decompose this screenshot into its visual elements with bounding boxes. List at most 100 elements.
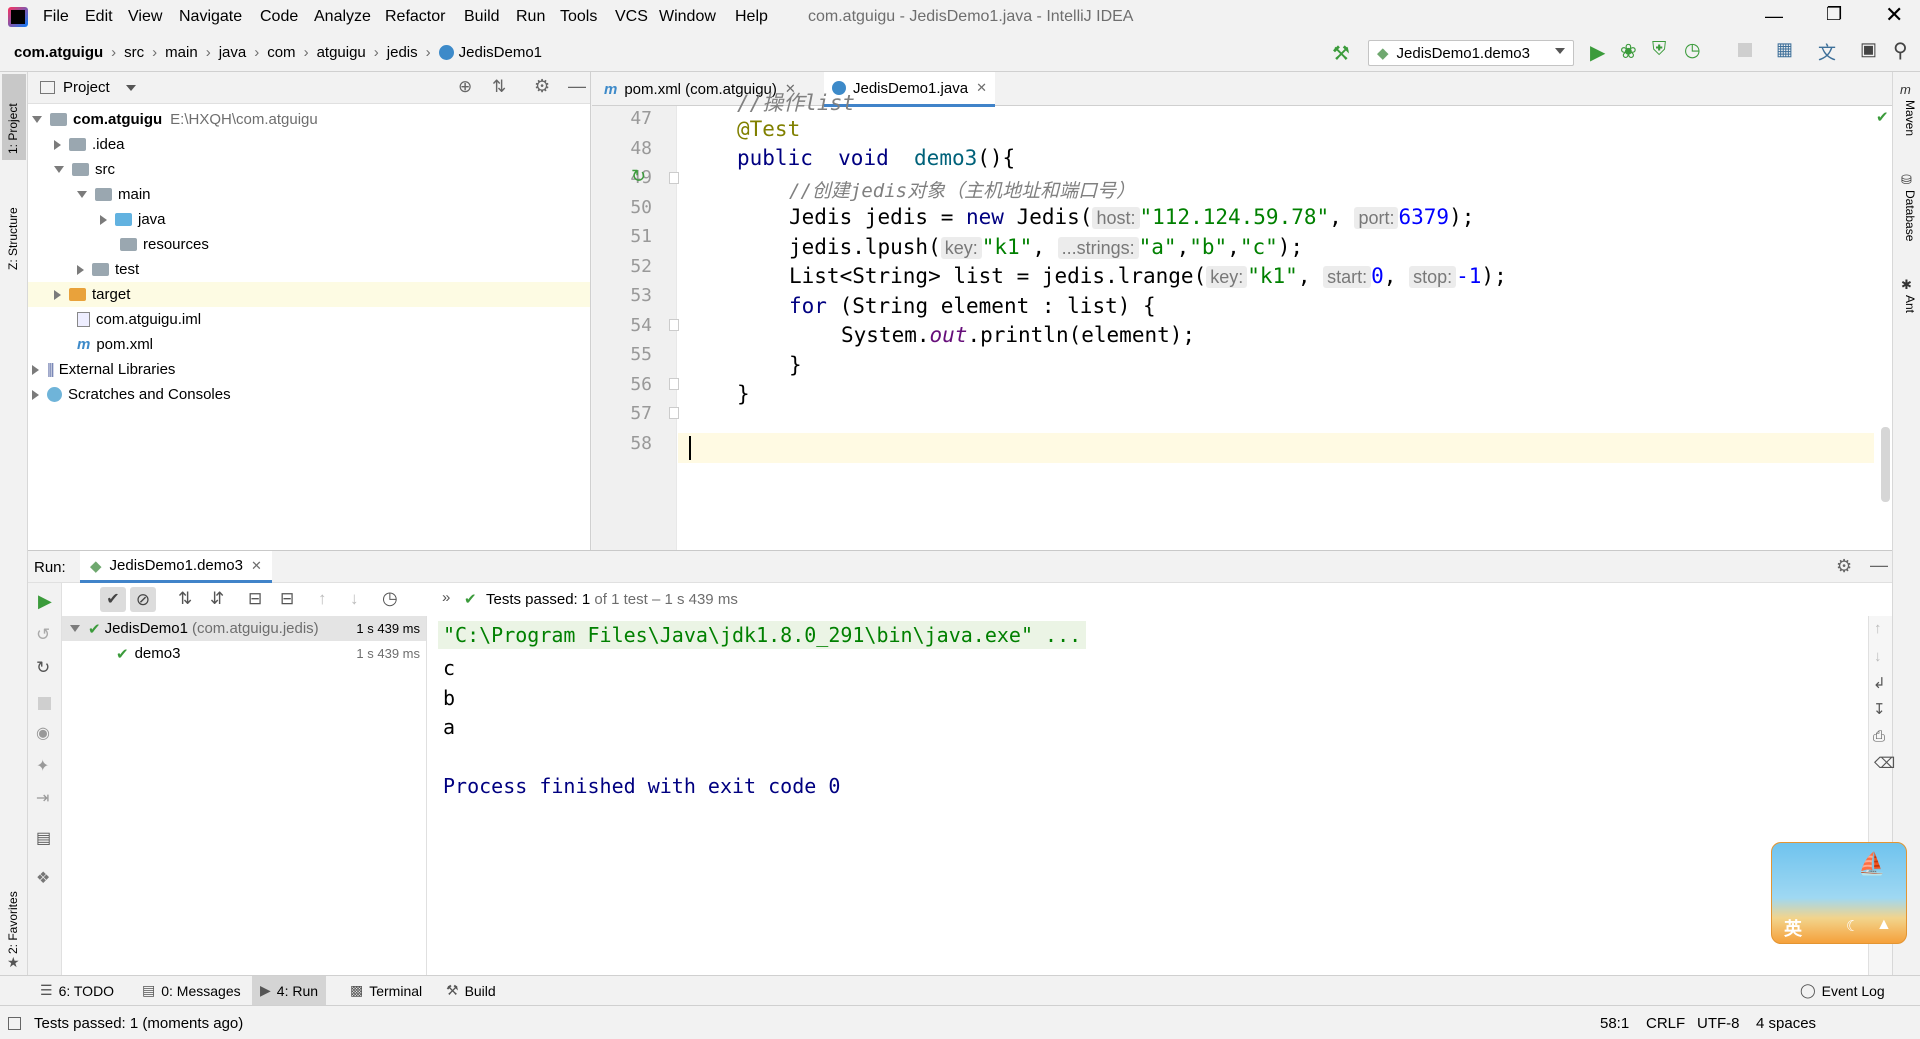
minimize-icon[interactable]: — (1765, 6, 1783, 27)
favorites-tool-button[interactable]: 2: Favorites ★ (2, 862, 26, 972)
export-icon[interactable]: ⇥ (36, 788, 49, 808)
gear-icon[interactable]: ⚙ (1836, 556, 1852, 577)
print-icon[interactable]: ⎙ (1873, 728, 1885, 745)
tree-item-target[interactable]: target (28, 282, 590, 307)
ant-tool-button[interactable]: ✱ Ant (1897, 277, 1919, 327)
menu-code[interactable]: Code (260, 8, 298, 26)
indent-setting[interactable]: 4 spaces (1756, 1015, 1816, 1032)
code-line-57[interactable]: } (737, 382, 750, 406)
menu-tools[interactable]: Tools (560, 8, 597, 26)
collapse-all-icon[interactable]: ⇅ (492, 77, 506, 97)
tree-item-iml[interactable]: com.atguigu.iml (77, 307, 201, 332)
close-tab-icon[interactable]: ✕ (251, 558, 262, 574)
chevron-right-icon[interactable] (54, 289, 61, 300)
tree-item-idea[interactable]: .idea (54, 132, 125, 157)
todo-tool-button[interactable]: ☰ 6: TODO (40, 982, 114, 999)
ime-widget[interactable]: ⛵ 英 ☾ ▲ (1771, 842, 1907, 944)
fold-icon[interactable] (669, 378, 679, 390)
chevron-down-icon[interactable] (126, 85, 136, 91)
show-passed-toggle[interactable]: ✔ (100, 587, 126, 612)
menu-analyze[interactable]: Analyze (314, 8, 371, 26)
chevron-down-icon[interactable] (70, 625, 80, 632)
code-line-50[interactable]: //创建jedis对象（主机地址和端口号） (789, 176, 1135, 203)
layout-icon[interactable]: ▣ (1860, 39, 1877, 60)
chevron-down-icon[interactable] (54, 166, 64, 173)
code-line-48[interactable]: @Test (737, 117, 800, 141)
menu-edit[interactable]: Edit (85, 8, 113, 26)
run-test-gutter-icon[interactable]: ↻ (631, 166, 646, 187)
code-line-53[interactable]: List<String> list = jedis.lrange(key: "k1… (789, 264, 1507, 288)
terminal-tool-button[interactable]: ▩ Terminal (350, 982, 422, 999)
scroll-down-icon[interactable]: ↓ (1874, 648, 1882, 665)
close-tab-icon[interactable]: ✕ (976, 80, 987, 96)
caret-position[interactable]: 58:1 (1600, 1015, 1629, 1032)
layout-icon[interactable]: ▤ (36, 828, 51, 848)
fold-icon[interactable] (669, 319, 679, 331)
search-icon[interactable]: ⚲ (1893, 38, 1908, 63)
toggle-auto-test-icon[interactable]: ↻ (36, 658, 50, 678)
show-ignored-toggle[interactable]: ⊘ (130, 587, 156, 612)
code-line-55[interactable]: System.out.println(element); (841, 323, 1195, 347)
more-icon[interactable]: » (442, 589, 450, 606)
tree-item-src[interactable]: src (54, 157, 115, 182)
chevron-down-icon[interactable] (77, 191, 87, 198)
breadcrumb-project[interactable]: com.atguigu (14, 44, 103, 61)
restore-icon[interactable]: ❐ (1826, 4, 1842, 25)
tree-item-test[interactable]: test (77, 257, 139, 282)
breadcrumb-src[interactable]: src (124, 44, 144, 61)
build-tool-button[interactable]: ⚒ Build (446, 982, 496, 999)
stop-icon[interactable] (38, 697, 51, 710)
event-log-tool-button[interactable]: ◯ Event Log (1800, 982, 1885, 999)
structure-tool-button[interactable]: Z: Structure (2, 182, 26, 272)
file-encoding[interactable]: UTF-8 (1697, 1015, 1740, 1032)
code-line-51[interactable]: Jedis jedis = new Jedis(host: "112.124.59… (789, 205, 1474, 229)
locate-icon[interactable]: ⊕ (458, 77, 472, 97)
status-layout-icon[interactable] (8, 1017, 21, 1030)
next-icon[interactable]: ↓ (350, 589, 359, 609)
rerun-icon[interactable]: ▶ (38, 591, 52, 612)
history-icon[interactable]: ◷ (382, 588, 398, 609)
maven-tool-button[interactable]: m Maven (1897, 82, 1919, 142)
build-hammer-icon[interactable]: ⚒ (1332, 41, 1350, 66)
debug-icon[interactable]: ❀ (1620, 39, 1637, 64)
test-tree-row-method[interactable]: ✔ demo3 1 s 439 ms (62, 641, 426, 666)
close-icon[interactable]: ✕ (1885, 2, 1903, 28)
run-tool-button[interactable]: ▶ 4: Run (252, 976, 327, 1005)
messages-tool-button[interactable]: ▤ 0: Messages (142, 982, 241, 999)
breadcrumb-atguigu[interactable]: atguigu (317, 44, 366, 61)
tree-item-scratches[interactable]: Scratches and Consoles (32, 382, 231, 407)
tree-item-pom[interactable]: m pom.xml (77, 332, 153, 357)
tree-item-external-libraries[interactable]: ||| External Libraries (32, 357, 175, 382)
hide-icon[interactable]: — (568, 76, 586, 97)
run-tab[interactable]: ◆ JedisDemo1.demo3 ✕ (80, 551, 272, 583)
profile-icon[interactable]: ◷ (1684, 39, 1701, 62)
stop-icon[interactable] (1738, 43, 1752, 57)
breadcrumb-com[interactable]: com (267, 44, 295, 61)
coverage-icon[interactable]: ⛨ (1652, 39, 1666, 61)
code-line-56[interactable]: } (789, 353, 802, 377)
chevron-right-icon[interactable] (32, 364, 39, 375)
soft-wrap-icon[interactable]: ↲ (1873, 674, 1886, 692)
menu-build[interactable]: Build (464, 8, 500, 26)
fold-icon[interactable] (669, 172, 679, 184)
dump-threads-icon[interactable]: ✦ (36, 756, 49, 776)
breadcrumb-class[interactable]: JedisDemo1 (459, 44, 542, 61)
hide-icon[interactable]: — (1870, 555, 1888, 576)
menu-vcs[interactable]: VCS (615, 8, 648, 26)
camera-icon[interactable]: ◉ (36, 723, 50, 743)
project-structure-icon[interactable]: ▦ (1776, 39, 1793, 60)
editor-scrollbar[interactable] (1881, 427, 1890, 502)
sort-alpha-icon[interactable]: ⇅ (178, 589, 192, 609)
code-line-54[interactable]: for (String element : list) { (789, 294, 1156, 318)
menu-navigate[interactable]: Navigate (179, 8, 242, 26)
chevron-right-icon[interactable] (32, 389, 39, 400)
code-line-52[interactable]: jedis.lpush(key: "k1", ...strings: "a","b"… (789, 235, 1303, 259)
menu-file[interactable]: File (43, 8, 69, 26)
line-separator[interactable]: CRLF (1646, 1015, 1685, 1032)
project-view-select[interactable]: Project (63, 79, 110, 96)
breadcrumb-jedis[interactable]: jedis (387, 44, 418, 61)
gear-icon[interactable]: ⚙ (534, 76, 550, 97)
menu-run[interactable]: Run (516, 8, 545, 26)
breadcrumb-main[interactable]: main (165, 44, 198, 61)
chevron-right-icon[interactable] (77, 264, 84, 275)
